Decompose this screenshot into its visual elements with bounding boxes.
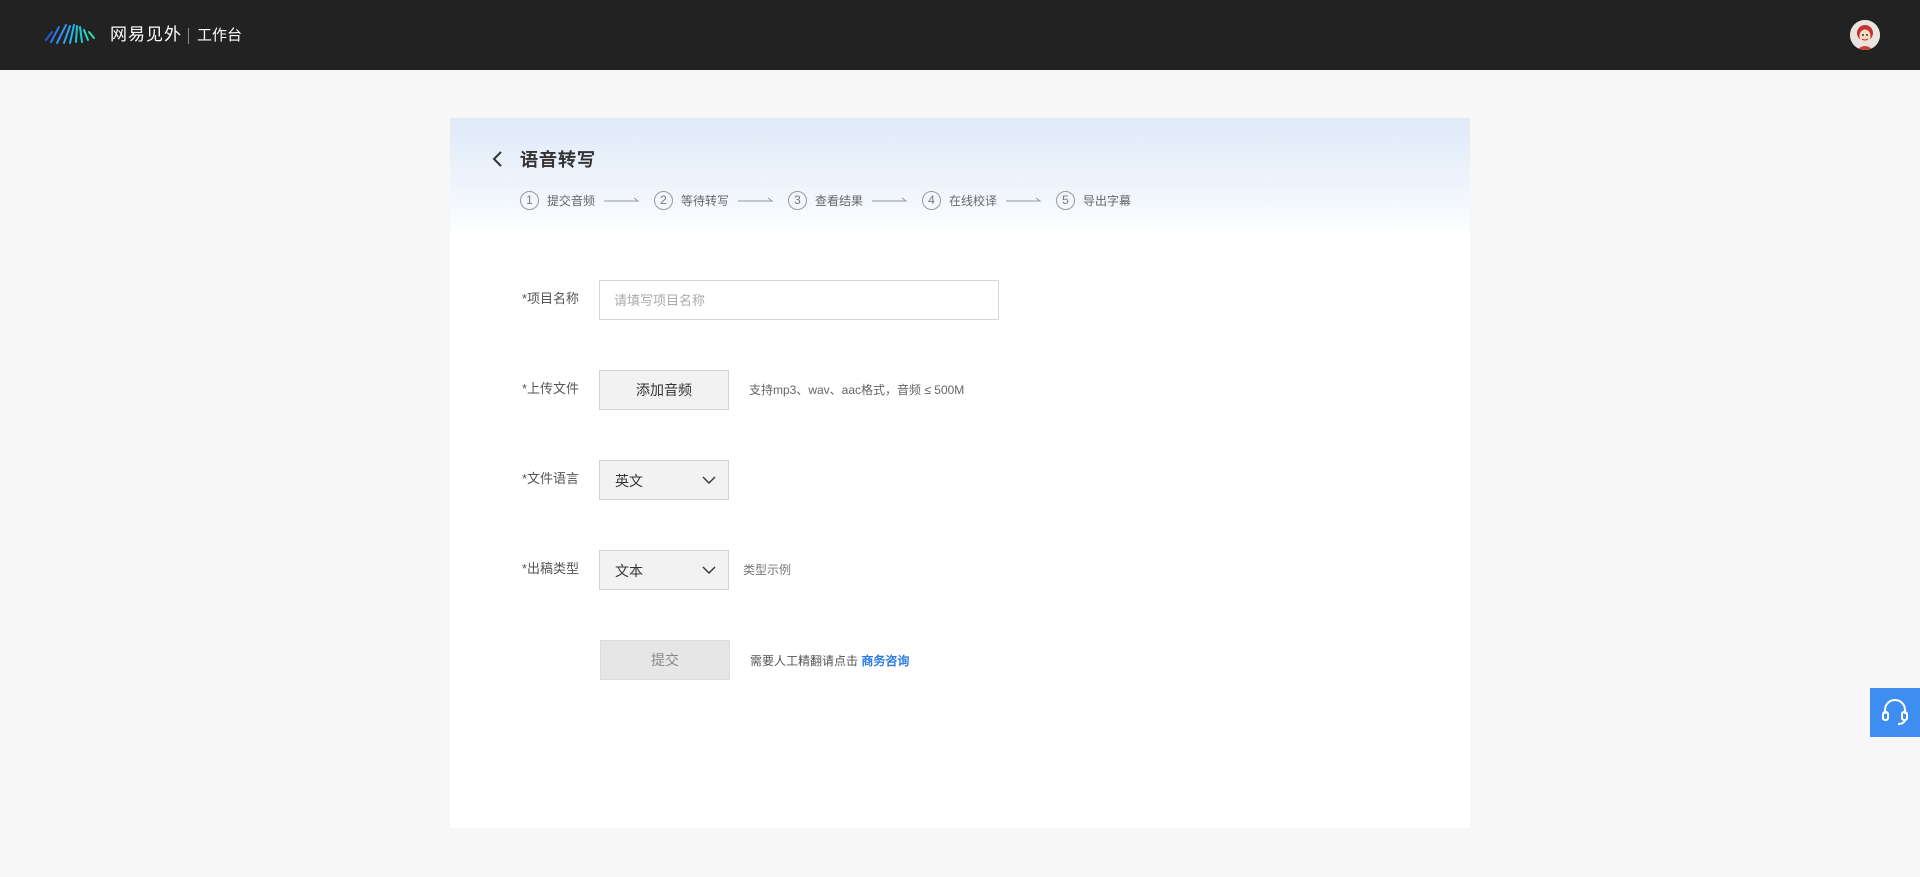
step-label: 导出字幕 <box>1083 194 1132 208</box>
project-name-input[interactable] <box>599 280 999 320</box>
workspace-label[interactable]: 工作台 <box>197 25 242 47</box>
add-audio-button[interactable]: 添加音频 <box>599 370 729 410</box>
customer-support-button[interactable] <box>1870 688 1920 737</box>
top-bar: 网易见外 工作台 <box>0 0 1920 70</box>
step-number: 1 <box>520 191 539 210</box>
step-number: 3 <box>788 191 807 210</box>
card-header: 语音转写 1 提交音频 2 等待转写 3 查看结果 4 在线校译 5 导出字幕 <box>450 118 1470 238</box>
output-type-label: *出稿类型 <box>522 561 580 576</box>
upload-file-label: *上传文件 <box>522 381 580 396</box>
chevron-down-icon <box>702 566 716 574</box>
output-type-select[interactable]: 文本 <box>599 550 729 590</box>
step-arrow-icon <box>1006 197 1042 202</box>
language-select-value: 英文 <box>615 473 643 489</box>
output-type-select-value: 文本 <box>615 563 643 579</box>
file-language-label: *文件语言 <box>522 471 580 486</box>
submit-button[interactable]: 提交 <box>600 640 730 680</box>
step-label: 查看结果 <box>815 194 864 208</box>
step-arrow-icon <box>738 197 774 202</box>
waveform-logo-icon[interactable] <box>44 22 100 46</box>
brand-name[interactable]: 网易见外 <box>110 24 182 46</box>
step-number: 2 <box>654 191 673 210</box>
step-arrow-icon <box>604 197 640 202</box>
user-avatar-icon[interactable] <box>1850 20 1880 50</box>
submit-hint: 需要人工精翻请点击 商务咨询 <box>750 653 909 669</box>
step-label: 等待转写 <box>681 194 730 208</box>
headset-icon <box>1882 699 1908 725</box>
language-select[interactable]: 英文 <box>599 460 729 500</box>
step-number: 4 <box>922 191 941 210</box>
type-example-link[interactable]: 类型示例 <box>743 562 791 578</box>
step-number: 5 <box>1056 191 1075 210</box>
chevron-left-icon[interactable] <box>490 150 506 168</box>
upload-format-hint: 支持mp3、wav、aac格式，音频 ≤ 500M <box>749 383 965 397</box>
transcription-card: 语音转写 1 提交音频 2 等待转写 3 查看结果 4 在线校译 5 导出字幕 … <box>450 118 1470 828</box>
business-consult-link[interactable]: 商务咨询 <box>861 654 909 668</box>
step-label: 提交音频 <box>547 194 596 208</box>
submit-hint-text: 需要人工精翻请点击 <box>750 654 859 668</box>
step-label: 在线校译 <box>949 194 998 208</box>
page-title: 语音转写 <box>520 150 596 170</box>
step-arrow-icon <box>872 197 908 202</box>
brand-divider <box>188 28 189 44</box>
chevron-down-icon <box>702 476 716 484</box>
project-name-label: *项目名称 <box>522 291 580 306</box>
